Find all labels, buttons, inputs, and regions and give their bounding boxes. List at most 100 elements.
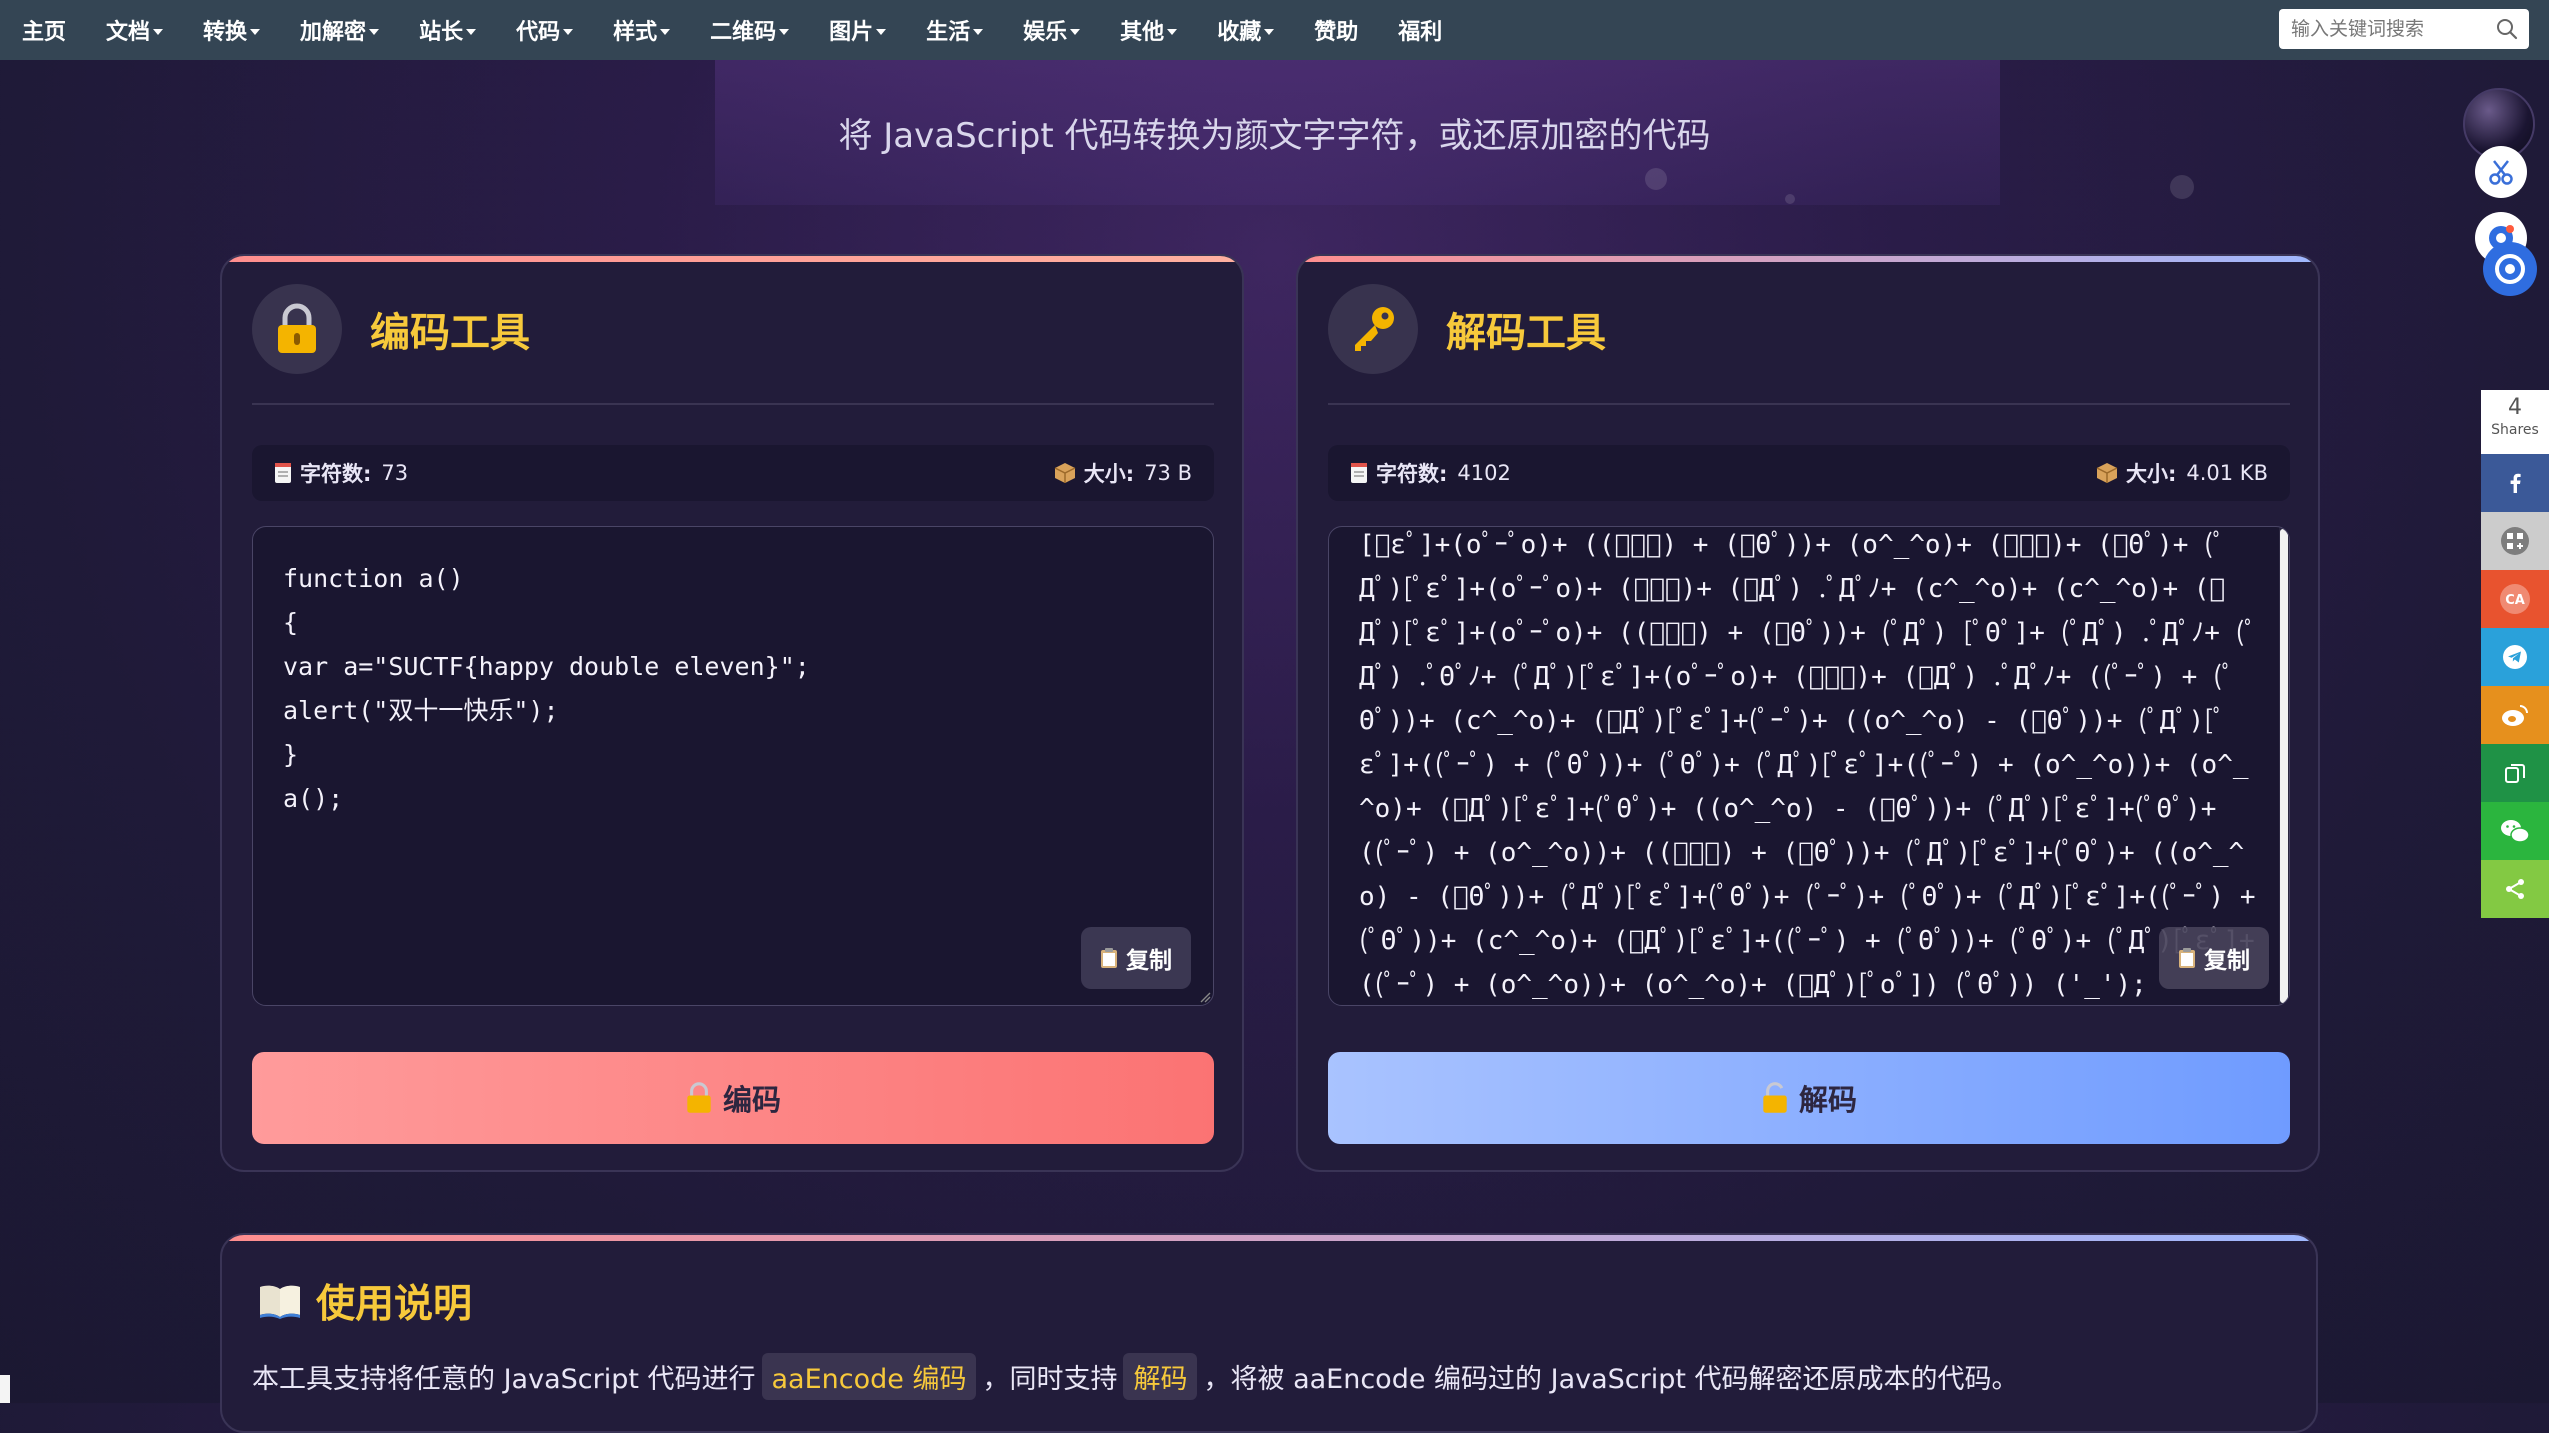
share-count: 4 Shares [2481,390,2549,454]
divider [1328,403,2290,405]
memo-icon [1351,463,1367,483]
top-navbar: 主页 文档 转换 加解密 站长 代码 样式 二维码 图片 生活 娱乐 其他 收藏 赞助 福利 [0,0,2549,60]
decor-dot [2170,175,2194,199]
left-edge-tab[interactable] [0,1375,10,1403]
wechat-share-icon [2501,820,2530,843]
unlock-icon [1763,1082,1787,1113]
nav-item-3[interactable]: 加解密 [300,14,380,46]
caret-down-icon [369,28,380,35]
search-input[interactable] [2289,17,2489,41]
copy-link-share-button[interactable] [2481,744,2549,802]
package-icon [1054,463,1076,483]
lock-icon [687,1082,711,1113]
nav-item-12[interactable]: 收藏 [1217,14,1275,46]
char-count-value: 4102 [1457,461,1511,485]
facebook-share-button[interactable] [2481,454,2549,512]
qzone-share-icon [2501,527,2529,555]
highlight-decode: 解码 [1123,1353,1198,1400]
weibo-share-button[interactable] [2481,686,2549,744]
nav-item-10[interactable]: 娱乐 [1023,14,1081,46]
highlight-encode: aaEncode 编码 [761,1353,977,1400]
decoder-header: 解码工具 [1328,284,1606,374]
csdn-share-button[interactable]: CA [2481,570,2549,628]
size-label: 大小: [1083,462,1135,486]
encoder-title: 编码工具 [370,310,530,356]
nav-item-14[interactable]: 福利 [1398,14,1442,46]
usage-title: 使用说明 [316,1282,473,1327]
telegram-share-button[interactable] [2481,628,2549,686]
nav-item-13[interactable]: 赞助 [1314,14,1358,46]
nav-item-2[interactable]: 转换 [203,14,261,46]
size-label: 大小: [2125,462,2177,486]
decor-dot [1785,194,1795,204]
nav-item-6[interactable]: 样式 [613,14,671,46]
usage-card: 使用说明 本工具支持将任意的 JavaScript 代码进行 aaEncode … [220,1233,2318,1433]
nav-item-9[interactable]: 生活 [926,14,984,46]
decor-dot [1645,168,1667,190]
encoder-input[interactable]: function a() { var a="SUCTF{happy double… [252,526,1214,1006]
decoder-copy-button[interactable]: 复制 [2159,927,2269,989]
hero-subtitle: 将 JavaScript 代码转换为颜文字字符，或还原加密的代码 [838,116,1711,156]
char-count-stat: 字符数: 73 [274,458,408,488]
nav-item-8[interactable]: 图片 [829,14,887,46]
nav-menu: 主页 文档 转换 加解密 站长 代码 样式 二维码 图片 生活 娱乐 其他 收藏 赞助 福利 [0,14,1482,46]
decoder-scrollbar[interactable] [2279,527,2289,1005]
size-stat: 大小: 73 B [1054,458,1192,488]
scrollbar-thumb[interactable] [2280,529,2288,1003]
decoder-input[interactable]: [ﾟεﾟ]+(oﾟｰﾟo)+ ((ﾟｰﾟ) + (ﾟΘﾟ))+ (o^_^o)+… [1328,526,2290,1006]
decoder-code[interactable]: [ﾟεﾟ]+(oﾟｰﾟo)+ ((ﾟｰﾟ) + (ﾟΘﾟ))+ (o^_^o)+… [1329,527,2289,1005]
size-value: 73 B [1144,461,1192,485]
csdn-share-icon: CA [2500,584,2530,614]
decoder-panel: 解码工具 字符数: 4102 大小: 4.01 KB [ﾟεﾟ]+(oﾟｰﾟo)… [1296,254,2320,1172]
caret-down-icon [466,28,477,35]
char-count-label: 字符数: [300,462,372,486]
copy-link-share-icon [2505,764,2525,783]
nav-item-0[interactable]: 主页 [22,14,66,46]
package-icon [2096,463,2118,483]
nav-item-1[interactable]: 文档 [106,14,164,46]
caret-down-icon [779,28,790,35]
more-share-button[interactable] [2481,860,2549,918]
caret-down-icon [876,28,887,35]
ai-assistant-icon[interactable] [2483,242,2537,296]
telegram-share-icon [2503,645,2527,669]
resize-handle-icon[interactable] [1199,991,1211,1003]
memo-icon [275,463,291,483]
caret-down-icon [563,28,574,35]
size-value: 4.01 KB [2186,461,2268,485]
qzone-share-button[interactable] [2481,512,2549,570]
more-share-icon [2506,879,2524,899]
facebook-share-icon [2510,473,2521,493]
caret-down-icon [1167,28,1178,35]
decode-button[interactable]: 解码 [1328,1052,2290,1144]
encoder-code[interactable]: function a() { var a="SUCTF{happy double… [253,527,1213,851]
key-icon [1328,284,1418,374]
wechat-share-button[interactable] [2481,802,2549,860]
encoder-copy-button[interactable]: 复制 [1081,927,1191,989]
nav-item-7[interactable]: 二维码 [710,14,790,46]
nav-item-4[interactable]: 站长 [419,14,477,46]
caret-down-icon [660,28,671,35]
caret-down-icon [973,28,984,35]
encoder-header: 编码工具 [252,284,530,374]
char-count-label: 字符数: [1376,462,1448,486]
svg-text:CA: CA [2505,593,2525,608]
char-count-value: 73 [381,461,409,485]
search-icon[interactable] [2495,17,2519,41]
decoder-stats: 字符数: 4102 大小: 4.01 KB [1328,445,2290,501]
char-count-stat: 字符数: 4102 [1350,458,1511,488]
clipboard-icon [1101,948,1117,968]
encode-button[interactable]: 编码 [252,1052,1214,1144]
caret-down-icon [153,28,164,35]
divider [252,403,1214,405]
lock-icon [252,284,342,374]
scissors-icon[interactable] [2475,146,2527,198]
clipboard-icon [2179,948,2195,968]
usage-description: 本工具支持将任意的 JavaScript 代码进行 aaEncode 编码 ，同… [252,1353,2019,1400]
open-book-icon [260,1285,300,1319]
caret-down-icon [1264,28,1275,35]
nav-item-11[interactable]: 其他 [1120,14,1178,46]
share-rail: 4 Shares CA [2481,390,2549,918]
nav-item-5[interactable]: 代码 [516,14,574,46]
caret-down-icon [250,28,261,35]
